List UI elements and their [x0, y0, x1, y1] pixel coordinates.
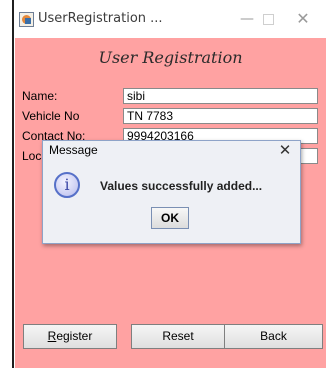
desktop-left-edge [0, 0, 15, 368]
close-button[interactable]: ✕ [291, 9, 315, 29]
back-button[interactable]: Back [224, 324, 323, 349]
vehicle-no-field[interactable]: TN 7783 [123, 108, 318, 124]
dialog-title: Message [49, 143, 98, 157]
vehicle-no-label: Vehicle No [22, 109, 80, 123]
edge-line [12, 0, 14, 368]
dialog-message: Values successfully added... [100, 179, 263, 193]
register-mnemonic: R [47, 329, 57, 343]
dialog-close-button[interactable]: ✕ [276, 141, 294, 159]
reset-button[interactable]: Reset [131, 324, 225, 349]
register-button[interactable]: Register [23, 324, 117, 349]
form-title: User Registration [98, 48, 243, 67]
name-label: Name: [22, 89, 58, 103]
maximize-icon [263, 14, 274, 25]
window-title: UserRegistration ... [38, 11, 163, 26]
name-field[interactable]: sibi [123, 88, 318, 104]
title-bar[interactable]: UserRegistration ... — ✕ [15, 0, 326, 38]
message-dialog: Message ✕ i Values successfully added...… [42, 140, 301, 244]
info-icon: i [54, 172, 80, 198]
maximize-button[interactable] [256, 9, 280, 29]
java-app-icon [19, 12, 34, 27]
register-label: egister [56, 329, 93, 343]
app-icon-mark [25, 18, 31, 24]
dialog-body: i Values successfully added... OK [43, 159, 300, 243]
ok-button[interactable]: OK [151, 207, 189, 229]
